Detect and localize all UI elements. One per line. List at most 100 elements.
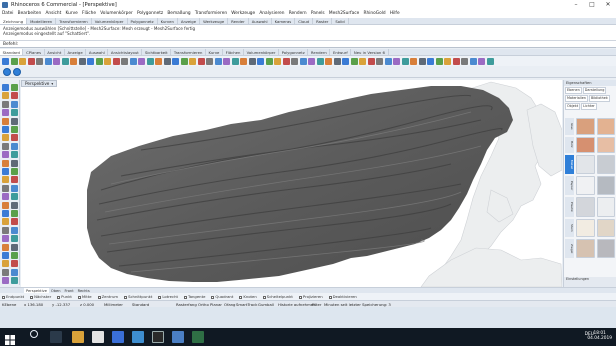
minimize-button[interactable]: – — [568, 0, 584, 10]
material-swatch[interactable] — [576, 118, 595, 135]
toolbar-tab[interactable]: Anzeige — [65, 49, 87, 55]
material-swatch[interactable] — [596, 118, 615, 135]
material-category[interactable]: Plastik — [565, 197, 574, 218]
toolbar-button-icon[interactable] — [146, 57, 154, 65]
toolbar-button-icon[interactable] — [61, 57, 69, 65]
right-panel-tab[interactable]: Ebenen — [565, 87, 582, 94]
left-tool-icon[interactable] — [2, 277, 9, 285]
toolbar-button-icon[interactable] — [461, 57, 468, 65]
left-tool-icon[interactable] — [11, 201, 18, 209]
toolbar-button-icon[interactable] — [435, 57, 443, 65]
toolbar-tab[interactable]: Volumenkörper — [244, 49, 279, 55]
checkbox-icon[interactable] — [328, 295, 332, 299]
left-tool-icon[interactable] — [11, 210, 18, 217]
toolbar-button-icon[interactable] — [189, 57, 196, 65]
toolbar-tab[interactable]: Entwurf — [330, 49, 352, 55]
toolbar-tab[interactable]: CPlanes — [23, 49, 45, 55]
toolbar-button-icon[interactable] — [478, 57, 485, 65]
osnap-option[interactable]: Schnittpunkt — [124, 293, 152, 300]
menu-item[interactable]: Polygonnetz — [137, 10, 163, 18]
toolbar-button-icon[interactable] — [401, 57, 409, 65]
toolbar-tab[interactable]: Standard — [0, 49, 24, 55]
checkbox-icon[interactable] — [97, 295, 101, 299]
osnap-option[interactable]: Nächster — [30, 293, 51, 300]
navigate-back-icon[interactable] — [3, 68, 11, 76]
material-swatch[interactable] — [596, 219, 615, 237]
toolbar-button-icon[interactable] — [342, 57, 349, 65]
toolbar-button-icon[interactable] — [121, 57, 128, 65]
toolbar-tab[interactable]: Flächen — [223, 49, 244, 55]
left-tool-icon[interactable] — [2, 92, 9, 100]
viewport-title-tab[interactable]: Perspektive ▾ — [21, 80, 58, 87]
toolbar-button-icon[interactable] — [10, 57, 18, 65]
right-panel-tab[interactable]: Lichter — [581, 103, 597, 110]
left-tool-icon[interactable] — [11, 109, 18, 117]
toolbar-button-icon[interactable] — [87, 57, 94, 65]
osnap-option[interactable]: Projizieren — [298, 293, 323, 300]
toolbar-button-icon[interactable] — [163, 57, 171, 65]
checkbox-icon[interactable] — [211, 295, 215, 299]
toolbar-button-icon[interactable] — [180, 57, 188, 65]
toolbar-button-icon[interactable] — [104, 57, 111, 65]
menu-item[interactable]: Transformieren — [195, 10, 227, 18]
left-tool-icon[interactable] — [11, 142, 18, 150]
menu-item[interactable]: Kurve — [66, 10, 78, 18]
toolbar-button-icon[interactable] — [359, 57, 366, 65]
left-tool-icon[interactable] — [11, 134, 18, 142]
left-tool-icon[interactable] — [11, 84, 18, 91]
toolbar-button-icon[interactable] — [486, 57, 494, 65]
command-tab[interactable]: Werkzeuge — [200, 18, 229, 24]
checkbox-icon[interactable] — [239, 295, 243, 299]
search-icon[interactable] — [30, 330, 38, 338]
viewport-menu-arrow-icon[interactable]: ▾ — [51, 82, 53, 86]
left-tool-icon[interactable] — [11, 193, 18, 201]
osnap-option[interactable]: Lotrecht — [158, 293, 178, 300]
navigate-forward-icon[interactable] — [13, 68, 21, 76]
osnap-option[interactable]: Mitte — [77, 293, 92, 300]
toolbar-button-icon[interactable] — [299, 57, 307, 65]
material-swatch[interactable] — [576, 136, 595, 153]
rhino-taskbar-icon[interactable] — [172, 331, 184, 343]
command-tab[interactable]: Zeichnung — [0, 18, 28, 24]
toolbar-button-icon[interactable] — [325, 57, 332, 65]
material-swatch[interactable] — [596, 136, 615, 153]
toolbar-button-icon[interactable] — [367, 57, 375, 65]
app-icon-1[interactable] — [92, 331, 104, 343]
menu-item[interactable]: Fläche — [82, 10, 96, 18]
left-tool-icon[interactable] — [2, 184, 9, 192]
toolbar-button-icon[interactable] — [223, 57, 230, 65]
right-panel-tab[interactable]: Darstellung — [582, 87, 607, 94]
checkbox-icon[interactable] — [2, 295, 5, 299]
osnap-option[interactable]: Quadrant — [211, 293, 233, 300]
left-tool-icon[interactable] — [11, 218, 18, 226]
material-swatch[interactable] — [576, 176, 595, 196]
toolbar-tab[interactable]: Kurve — [206, 49, 223, 55]
left-tool-icon[interactable] — [11, 252, 18, 259]
menu-item[interactable]: Hilfe — [390, 10, 400, 18]
windows-start-icon[interactable] — [4, 331, 16, 345]
left-tool-icon[interactable] — [2, 252, 9, 259]
toolbar-button-icon[interactable] — [469, 57, 477, 65]
material-category[interactable]: Stein — [565, 219, 574, 237]
material-swatch[interactable] — [576, 238, 595, 258]
checkbox-icon[interactable] — [158, 295, 162, 299]
toolbar-tab[interactable]: Ansichtslayout — [108, 49, 143, 55]
command-tab[interactable]: Modellieren — [27, 18, 57, 24]
left-tool-icon[interactable] — [11, 151, 18, 159]
toolbar-button-icon[interactable] — [70, 57, 77, 65]
app-icon-4[interactable] — [152, 331, 164, 343]
toolbar-button-icon[interactable] — [53, 57, 60, 65]
tray-clock[interactable]: 18:01 04.04.2019 — [587, 328, 612, 346]
toolbar-button-icon[interactable] — [129, 57, 137, 65]
task-view-icon[interactable] — [50, 331, 62, 343]
material-swatch[interactable] — [596, 176, 615, 196]
osnap-option[interactable]: Zentrum — [97, 293, 118, 300]
menu-item[interactable]: RhinoGold — [363, 10, 385, 18]
left-tool-icon[interactable] — [11, 226, 18, 234]
left-tool-icon[interactable] — [11, 168, 18, 175]
toolbar-button-icon[interactable] — [78, 57, 86, 65]
app-icon-2[interactable] — [112, 331, 124, 343]
toolbar-button-icon[interactable] — [138, 57, 145, 65]
toolbar-button-icon[interactable] — [418, 57, 426, 65]
perspective-viewport[interactable]: Perspektive ▾ — [21, 80, 562, 287]
